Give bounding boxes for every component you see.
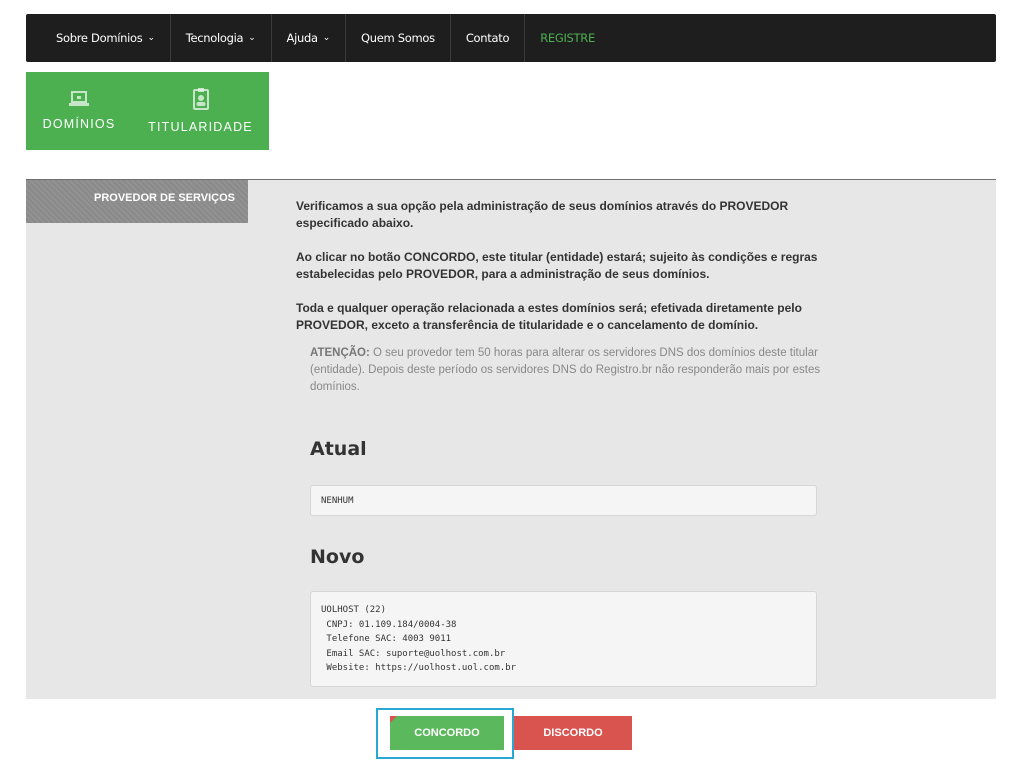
nav-tecnologia[interactable]: Tecnologia ⌄ <box>171 14 272 62</box>
side-tab-provedor[interactable]: PROVEDOR DE SERVIÇOS <box>26 180 248 223</box>
nav-label: Contato <box>465 31 510 45</box>
heading-atual: Atual <box>310 438 367 460</box>
current-provider-box: NENHUM <box>310 485 817 516</box>
heading-novo: Novo <box>310 546 365 568</box>
nav-registre[interactable]: REGISTRE <box>525 14 610 62</box>
nav-contato[interactable]: Contato <box>451 14 526 62</box>
chevron-down-icon: ⌄ <box>147 33 155 43</box>
tile-label: DOMÍNIOS <box>42 117 116 131</box>
top-navbar: Sobre Domínios ⌄ Tecnologia ⌄ Ajuda ⌄ Qu… <box>26 14 996 62</box>
new-provider-box: UOLHOST (22) CNPJ: 01.109.184/0004-38 Te… <box>310 591 817 687</box>
corner-marker <box>390 716 397 723</box>
attention-notice: ATENÇÃO: O seu provedor tem 50 horas par… <box>310 345 830 396</box>
paragraph-concordo: Ao clicar no botão CONCORDO, este titula… <box>296 250 818 281</box>
nav-label: Sobre Domínios <box>56 31 143 45</box>
nav-label: Tecnologia <box>185 31 244 45</box>
attention-label: ATENÇÃO: <box>310 347 370 359</box>
discordo-button[interactable]: DISCORDO <box>514 716 632 750</box>
paragraph-intro: Verificamos a sua opção pela administraç… <box>296 199 789 230</box>
section-tiles: DOMÍNIOS TITULARIDADE <box>26 72 269 150</box>
nav-ajuda[interactable]: Ajuda ⌄ <box>272 14 346 62</box>
tile-dominios[interactable]: DOMÍNIOS <box>26 72 132 150</box>
paragraph-operacoes: Toda e qualquer operação relacionada a e… <box>296 301 802 332</box>
chevron-down-icon: ⌄ <box>248 33 256 43</box>
laptop-icon <box>69 91 89 106</box>
provider-text: Verificamos a sua opção pela administraç… <box>296 198 856 396</box>
badge-icon <box>192 88 209 110</box>
nav-quem-somos[interactable]: Quem Somos <box>346 14 451 62</box>
attention-text: O seu provedor tem 50 horas para alterar… <box>310 347 821 393</box>
tile-label: TITULARIDADE <box>148 120 253 134</box>
nav-sobre-dominios[interactable]: Sobre Domínios ⌄ <box>26 14 171 62</box>
nav-label: Quem Somos <box>360 31 435 45</box>
tile-titularidade[interactable]: TITULARIDADE <box>132 72 269 150</box>
nav-label: Ajuda <box>286 31 319 45</box>
chevron-down-icon: ⌄ <box>322 33 331 43</box>
concordo-button[interactable]: CONCORDO <box>390 716 504 750</box>
provider-panel: PROVEDOR DE SERVIÇOS Verificamos a sua o… <box>26 179 996 699</box>
nav-label: REGISTRE <box>540 31 595 45</box>
